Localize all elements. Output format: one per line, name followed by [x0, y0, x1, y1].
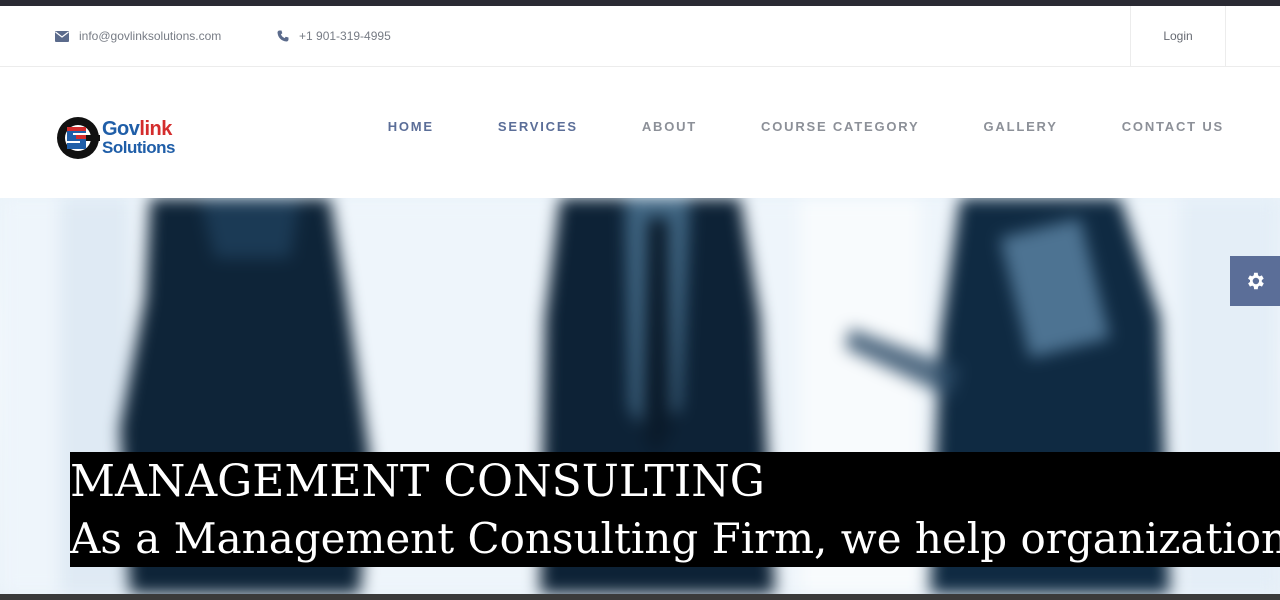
- email-text: info@govlinksolutions.com: [79, 29, 222, 43]
- hero-subtitle: As a Management Consulting Firm, we help…: [70, 514, 1280, 563]
- site-logo[interactable]: Govlink Solutions: [56, 111, 176, 163]
- envelope-icon: [55, 30, 69, 42]
- top-contact-bar: info@govlinksolutions.com +1 901-319-499…: [0, 6, 1280, 67]
- nav-gallery[interactable]: GALLERY: [984, 119, 1058, 134]
- logo-text-link: link: [139, 117, 172, 140]
- logo-mark-icon: [57, 117, 100, 159]
- bottom-border: [0, 594, 1280, 600]
- nav-contact-us[interactable]: CONTACT US: [1122, 119, 1224, 134]
- nav-home[interactable]: HOME: [388, 119, 434, 134]
- phone-icon: [277, 30, 289, 42]
- email-contact[interactable]: info@govlinksolutions.com: [55, 6, 221, 66]
- main-nav: HOME SERVICES ABOUT COURSE CATEGORY GALL…: [388, 119, 1224, 134]
- login-link[interactable]: Login: [1130, 6, 1226, 66]
- nav-services[interactable]: SERVICES: [498, 119, 578, 134]
- phone-text: +1 901-319-4995: [299, 29, 391, 43]
- site-header: Govlink Solutions HOME SERVICES ABOUT CO…: [0, 67, 1280, 198]
- logo-text-solutions: Solutions: [102, 137, 175, 157]
- gear-icon: [1248, 272, 1264, 290]
- nav-course-category[interactable]: COURSE CATEGORY: [761, 119, 919, 134]
- nav-about[interactable]: ABOUT: [642, 119, 697, 134]
- phone-contact[interactable]: +1 901-319-4995: [277, 6, 391, 66]
- hero-caption: MANAGEMENT CONSULTING As a Management Co…: [70, 452, 1280, 567]
- logo-wordmark: Govlink Solutions: [102, 119, 175, 156]
- logo-text-gov: Gov: [102, 117, 140, 140]
- hero-title: MANAGEMENT CONSULTING: [70, 456, 765, 507]
- settings-button[interactable]: [1230, 256, 1280, 306]
